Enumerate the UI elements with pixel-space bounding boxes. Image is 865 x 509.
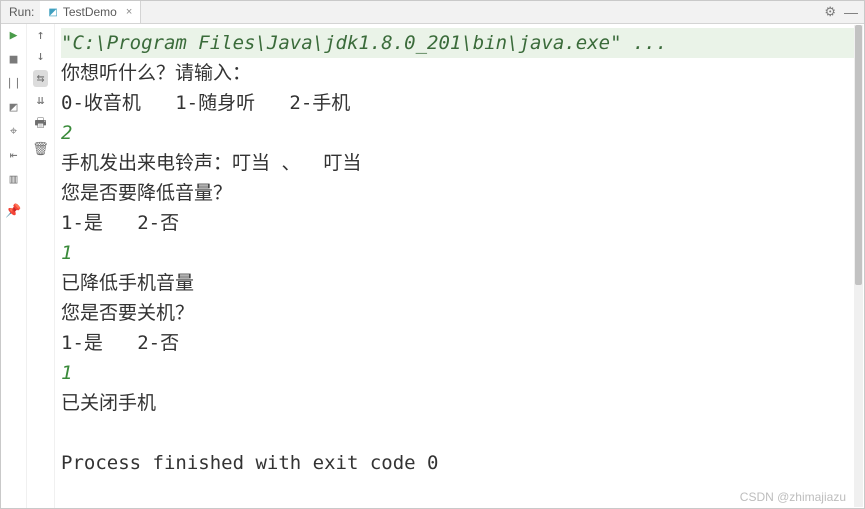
up-stack-icon[interactable]: ↑ xyxy=(37,28,45,43)
console-output-line: 已关闭手机 xyxy=(61,388,858,418)
stop-icon[interactable]: ■ xyxy=(10,52,18,67)
layout-icon[interactable]: ▥ xyxy=(10,172,18,187)
run-toolwindow-titlebar: Run: ◩ TestDemo × ⚙ — xyxy=(1,1,864,24)
console-user-input: 1 xyxy=(61,238,858,268)
scroll-to-end-icon[interactable]: ⇊ xyxy=(37,93,45,108)
exit-icon[interactable]: ⇤ xyxy=(10,148,18,163)
console-output-line: 0-收音机 1-随身听 2-手机 xyxy=(61,88,858,118)
run-config-icon: ◩ xyxy=(48,7,57,18)
scrollbar-thumb[interactable] xyxy=(855,25,862,285)
console-user-input: 2 xyxy=(61,118,858,148)
console-output-line: 您是否要关机？ xyxy=(61,298,858,328)
clear-all-icon[interactable]: 🗑 xyxy=(32,142,49,157)
run-tab[interactable]: ◩ TestDemo × xyxy=(40,1,141,23)
print-icon[interactable]: 🖶 xyxy=(34,114,46,136)
console-output-line: 1-是 2-否 xyxy=(61,328,858,358)
rerun-icon[interactable]: ▶ xyxy=(10,28,18,43)
console-output-line: 手机发出来电铃声：叮当 、 叮当 xyxy=(61,148,858,178)
close-icon[interactable]: × xyxy=(126,6,132,18)
pause-icon[interactable]: ❘❘ xyxy=(6,76,22,91)
soft-wrap-icon[interactable]: ⇆ xyxy=(33,70,49,87)
console-output[interactable]: "C:\Program Files\Java\jdk1.8.0_201\bin\… xyxy=(55,24,864,508)
run-tab-label: TestDemo xyxy=(63,5,117,19)
console-output-line: 1-是 2-否 xyxy=(61,208,858,238)
console-blank-line xyxy=(61,418,858,448)
console-user-input: 1 xyxy=(61,358,858,388)
gear-icon[interactable]: ⚙ xyxy=(824,4,836,20)
vertical-scrollbar[interactable] xyxy=(854,25,863,507)
console-actions-gutter: ↑ ↓ ⇆ ⇊ 🖶 🗑 xyxy=(27,24,55,508)
console-command-line: "C:\Program Files\Java\jdk1.8.0_201\bin\… xyxy=(61,28,858,58)
console-output-line: 你想听什么？请输入： xyxy=(61,58,858,88)
toolwindow-label: Run: xyxy=(1,5,40,19)
down-stack-icon[interactable]: ↓ xyxy=(37,49,45,64)
console-output-line: 您是否要降低音量？ xyxy=(61,178,858,208)
attach-debugger-icon[interactable]: ⌖ xyxy=(10,124,17,139)
dump-threads-icon[interactable]: ◩ xyxy=(10,100,18,115)
console-exit-line: Process finished with exit code 0 xyxy=(61,448,858,478)
console-output-line: 已降低手机音量 xyxy=(61,268,858,298)
pin-icon[interactable]: 📌 xyxy=(5,204,21,219)
run-actions-gutter: ▶ ■ ❘❘ ◩ ⌖ ⇤ ▥ 📌 xyxy=(1,24,27,508)
